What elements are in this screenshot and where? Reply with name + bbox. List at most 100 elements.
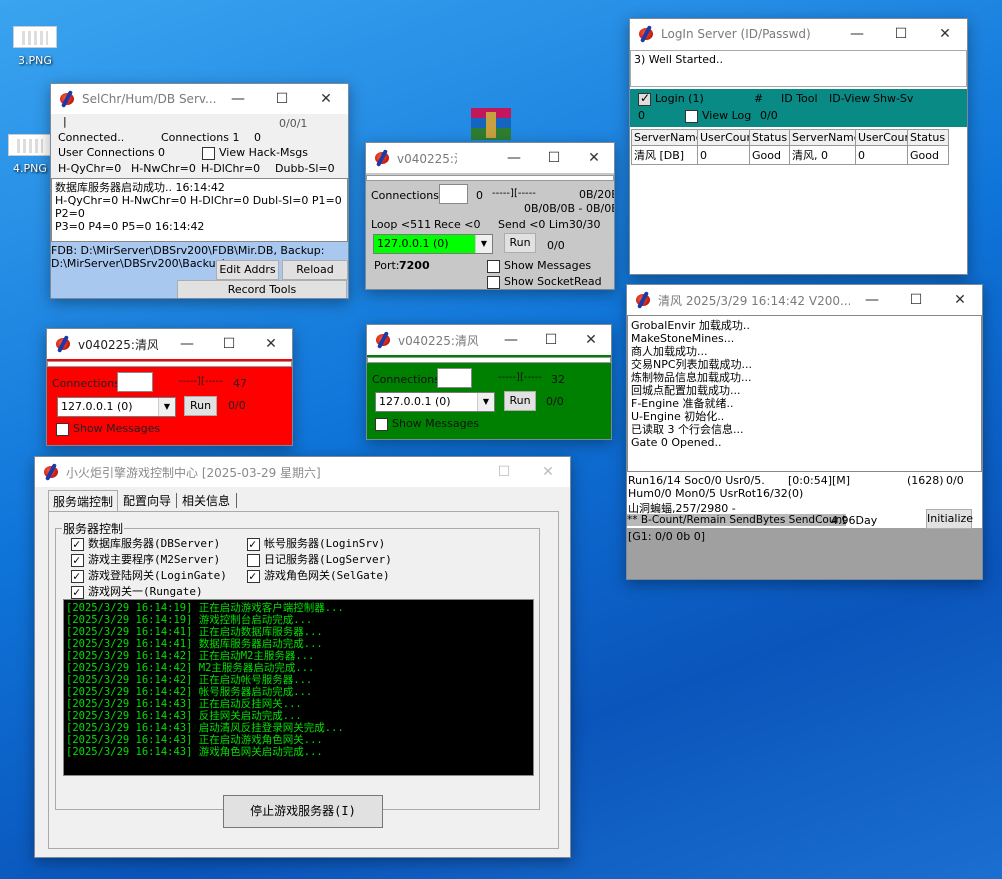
connections-label: Connections xyxy=(372,373,440,386)
close-icon[interactable]: ✕ xyxy=(574,143,614,173)
connections-field[interactable] xyxy=(439,184,468,204)
startup-log-console[interactable]: [2025/3/29 16:14:19] 正在启动游戏客户端控制器... [20… xyxy=(63,599,534,776)
show-messages-checkbox[interactable] xyxy=(375,417,388,431)
maximize-icon[interactable]: ☐ xyxy=(208,329,250,359)
log-line: [2025/3/29 16:14:43] 启动清风反挂登录网关完成... xyxy=(66,722,344,734)
tab-server-control[interactable]: 服务端控制 xyxy=(48,490,119,512)
titlebar[interactable]: v040225:清风 —☐✕ xyxy=(366,143,614,173)
minimize-icon[interactable]: — xyxy=(835,19,879,49)
m2-log-memo[interactable]: GrobalEnvir 加载成功.. MakeStoneMines... 商人加… xyxy=(627,315,982,472)
ip-select[interactable]: 127.0.0.1 (0) ▼ xyxy=(57,397,176,417)
hnw-label: H-NwChr=0 xyxy=(131,162,196,175)
log-line: H-QyChr=0 H-NwChr=0 H-DlChr=0 Dubl-Sl=0 … xyxy=(55,194,342,220)
reload-addr-button[interactable]: Reload Addr xyxy=(282,260,348,294)
db-server-window[interactable]: SelChr/Hum/DB Serv... — ☐ ✕ | 0/0/1 Connec… xyxy=(50,83,349,299)
titlebar[interactable]: 清风 2025/3/29 16:14:42 V200... — ☐ ✕ xyxy=(627,285,982,315)
column-header[interactable]: ServerName xyxy=(631,129,698,146)
maximize-icon[interactable]: ☐ xyxy=(534,143,574,173)
show-messages-checkbox[interactable] xyxy=(56,422,69,436)
logingate-checkbox[interactable] xyxy=(71,568,84,584)
login-server-window[interactable]: LogIn Server (ID/Passwd) — ☐ ✕ 3) Well Sta… xyxy=(629,18,968,275)
winrar-icon[interactable] xyxy=(467,108,515,142)
id-view-button[interactable]: ID-View xyxy=(829,92,870,105)
maximize-icon[interactable]: ☐ xyxy=(894,285,938,315)
selgate-checkbox[interactable] xyxy=(247,568,260,584)
titlebar[interactable]: 小火炬引擎游戏控制中心 [2025-03-29 星期六] ☐ ✕ xyxy=(35,457,570,487)
titlebar[interactable]: v040225:清风 —☐✕ xyxy=(367,325,611,355)
dbserver-checkbox[interactable] xyxy=(71,536,84,552)
log-line: 已读取 3 个行会信息... xyxy=(631,423,744,436)
chevron-down-icon[interactable]: ▼ xyxy=(475,235,492,253)
show-messages-checkbox[interactable] xyxy=(487,259,500,273)
stop-server-button[interactable]: 停止游戏服务器(I) xyxy=(223,795,383,828)
titlebar[interactable]: LogIn Server (ID/Passwd) — ☐ ✕ xyxy=(630,19,967,49)
control-center-window[interactable]: 小火炬引擎游戏控制中心 [2025-03-29 星期六] ☐ ✕ 服务端控制 配置… xyxy=(34,456,571,858)
ip-select-value: 127.0.0.1 (0) xyxy=(377,237,449,250)
column-header[interactable]: Status xyxy=(907,129,949,146)
run-button[interactable]: Run xyxy=(504,391,536,411)
ip-select[interactable]: 127.0.0.1 (0) ▼ xyxy=(373,234,493,254)
close-icon[interactable]: ✕ xyxy=(304,84,348,114)
shw-sv-button[interactable]: Shw-Sv xyxy=(873,92,913,105)
minimize-icon[interactable]: — xyxy=(216,84,260,114)
m2-server-window[interactable]: 清风 2025/3/29 16:14:42 V200... — ☐ ✕ Grobal… xyxy=(626,284,983,580)
titlebar[interactable]: v040225:清风 —☐✕ xyxy=(47,329,292,359)
minimize-icon[interactable]: — xyxy=(166,329,208,359)
run-button[interactable]: Run xyxy=(504,233,536,253)
db-log-memo[interactable]: 数据库服务器启动成功.. 16:14:42 H-QyChr=0 H-NwChr=… xyxy=(51,178,348,242)
maximize-icon[interactable]: ☐ xyxy=(531,325,571,355)
column-header[interactable]: UserCount xyxy=(697,129,750,146)
status-memo[interactable]: 3) Well Started.. xyxy=(630,50,967,87)
view-hack-checkbox[interactable] xyxy=(202,146,215,160)
tab-config-wizard[interactable]: 配置向导 xyxy=(119,490,175,511)
desktop-icon-3png[interactable]: 3.PNG xyxy=(5,26,65,67)
close-icon[interactable]: ✕ xyxy=(250,329,292,359)
show-socketread-checkbox[interactable] xyxy=(487,275,500,289)
minimize-icon[interactable]: — xyxy=(850,285,894,315)
maximize-icon[interactable]: ☐ xyxy=(482,457,526,487)
close-icon[interactable]: ✕ xyxy=(571,325,611,355)
bars-label: -----][----- xyxy=(179,376,223,387)
maximize-icon[interactable]: ☐ xyxy=(879,19,923,49)
tab-related-info[interactable]: 相关信息 xyxy=(178,490,234,511)
gate-window-red[interactable]: v040225:清风 — ☐ ✕ Connections -----][----- … xyxy=(46,328,293,446)
column-header[interactable]: UserCount xyxy=(855,129,908,146)
titlebar[interactable]: SelChr/Hum/DB Serv... — ☐ ✕ xyxy=(51,84,348,114)
id-tool-button[interactable]: ID Tool xyxy=(781,92,818,105)
minimize-icon[interactable]: — xyxy=(494,143,534,173)
progress-bar xyxy=(367,357,611,363)
close-icon[interactable]: ✕ xyxy=(938,285,982,315)
logserver-checkbox[interactable] xyxy=(247,553,260,567)
close-icon[interactable]: ✕ xyxy=(526,457,570,487)
close-icon[interactable]: ✕ xyxy=(923,19,967,49)
edit-addrs-button[interactable]: Edit Addrs xyxy=(216,260,279,280)
maximize-icon[interactable]: ☐ xyxy=(260,84,304,114)
server-label: 游戏角色网关(SelGate) xyxy=(264,569,390,582)
view-log-checkbox[interactable] xyxy=(685,109,698,123)
chevron-down-icon[interactable]: ▼ xyxy=(477,393,494,411)
window-title: SelChr/Hum/DB Serv... xyxy=(82,92,216,106)
connections-field[interactable] xyxy=(437,368,472,388)
initialize-button[interactable]: Initialize xyxy=(926,509,973,529)
server-table[interactable]: ServerName UserCount Status ServerName U… xyxy=(631,129,949,165)
loginsrv-checkbox[interactable] xyxy=(247,536,260,552)
run-button[interactable]: Run xyxy=(184,396,217,416)
chevron-down-icon[interactable]: ▼ xyxy=(158,398,175,416)
record-tools-button[interactable]: Record Tools xyxy=(177,280,347,298)
table-cell: Good xyxy=(749,145,790,165)
log-line: MakeStoneMines... xyxy=(631,332,735,345)
column-header[interactable]: ServerName xyxy=(789,129,856,146)
gate-window-green[interactable]: v040225:清风 — ☐ ✕ Connections -----][----- … xyxy=(366,324,612,440)
minimize-icon[interactable]: — xyxy=(491,325,531,355)
rungate-checkbox[interactable] xyxy=(71,584,84,600)
connections-field[interactable] xyxy=(117,372,153,392)
column-header[interactable]: Status xyxy=(749,129,790,146)
gate-window-gray[interactable]: v040225:清风 —☐✕ Connections 0 -----][----… xyxy=(365,142,615,290)
ip-select[interactable]: 127.0.0.1 (0) ▼ xyxy=(375,392,495,412)
table-cell: 清风, 0 xyxy=(789,145,856,165)
login-checkbox[interactable] xyxy=(638,91,651,106)
m2server-checkbox[interactable] xyxy=(71,552,84,568)
dubb-label: Dubb-Sl=0 xyxy=(275,162,335,175)
connected-label: Connected.. xyxy=(58,131,125,144)
time-label: [0:0:54][M] xyxy=(788,474,851,487)
